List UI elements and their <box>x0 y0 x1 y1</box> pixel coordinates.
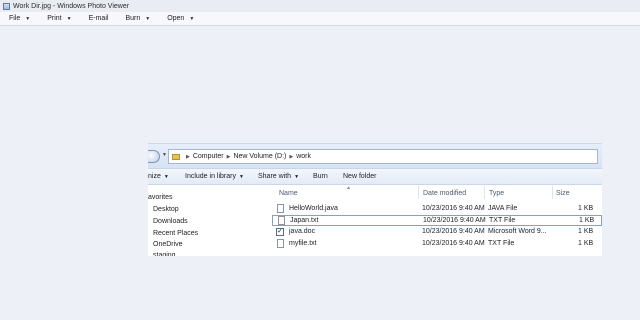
nav-favorites: avorites <box>148 194 173 201</box>
address-bar: ▶ Computer ▶ New Volume (D:) ▶ work <box>168 149 598 164</box>
file-size: 1 KB <box>578 228 594 235</box>
chevron-down-icon: ▼ <box>66 15 72 22</box>
menu-print-label: Print <box>47 15 62 22</box>
menu-bar: File ▼ Print ▼ E-mail Burn ▼ Open ▼ <box>0 12 640 26</box>
displayed-photo: ▼ ▶ Computer ▶ New Volume (D:) ▶ work ni… <box>148 143 602 256</box>
file-type: JAVA File <box>488 205 518 212</box>
menu-email-label: E-mail <box>88 15 109 22</box>
file-icon <box>278 216 285 225</box>
column-divider <box>418 186 419 199</box>
file-icon <box>277 239 284 248</box>
organize-command: nize ▼ <box>148 173 169 180</box>
file-date: 10/23/2016 9:40 AM <box>423 217 486 224</box>
column-size: Size <box>556 190 570 197</box>
breadcrumb-volume: New Volume (D:) <box>233 153 287 160</box>
chevron-right-icon: ▶ <box>186 153 190 160</box>
file-name: java.doc <box>289 228 316 235</box>
file-type: TXT File <box>488 240 515 247</box>
file-name: Japan.txt <box>290 217 319 224</box>
include-in-library-command: Include in library ▼ <box>185 173 244 180</box>
column-type: Type <box>489 190 505 197</box>
chevron-down-icon: ▼ <box>238 173 244 180</box>
file-size: 1 KB <box>578 205 594 212</box>
chevron-down-icon: ▼ <box>25 15 31 22</box>
checkbox-checked-icon: ✓ <box>276 228 284 236</box>
file-type: TXT File <box>489 217 516 224</box>
file-list: ▲ Name Date modified Type Size HelloWorl… <box>272 185 602 256</box>
menu-email[interactable]: E-mail <box>89 15 109 22</box>
photo-viewer-icon <box>3 2 10 10</box>
menu-file[interactable]: File ▼ <box>9 15 30 22</box>
chevron-right-icon: ▶ <box>226 153 231 160</box>
breadcrumb-computer: Computer <box>192 153 224 160</box>
menu-open-label: Open <box>167 15 185 22</box>
file-date: 10/23/2016 9:40 AM <box>422 205 485 212</box>
file-row: myfile.txt 10/23/2016 9:40 AM TXT File 1… <box>272 239 602 250</box>
navigation-pane: avorites Desktop Downloads Recent Places… <box>148 185 272 256</box>
chevron-down-icon: ▼ <box>163 173 169 180</box>
title-bar: Work Dir.jpg - Windows Photo Viewer <box>0 0 640 12</box>
explorer-address-row: ▼ ▶ Computer ▶ New Volume (D:) ▶ work <box>148 144 602 168</box>
file-name: myfile.txt <box>289 240 317 247</box>
file-icon <box>277 204 284 213</box>
chevron-down-icon: ▼ <box>162 152 167 158</box>
menu-burn-label: Burn <box>125 15 141 22</box>
file-type: Microsoft Word 9... <box>488 228 547 235</box>
new-folder-command: New folder <box>343 173 376 180</box>
column-date-modified: Date modified <box>423 190 467 197</box>
column-name: Name <box>279 190 298 197</box>
menu-open[interactable]: Open ▼ <box>167 15 194 22</box>
nav-onedrive: OneDrive <box>153 241 183 248</box>
sort-up-icon: ▲ <box>346 185 351 191</box>
nav-staging: staging <box>153 252 176 256</box>
folder-icon <box>172 153 180 160</box>
share-with-command: Share with ▼ <box>258 173 299 180</box>
burn-label: Burn <box>313 173 328 180</box>
nav-desktop: Desktop <box>153 206 179 213</box>
file-date: 10/23/2016 9:40 AM <box>422 228 485 235</box>
back-button <box>148 150 160 163</box>
nav-recent-places: Recent Places <box>153 230 199 237</box>
chevron-right-icon: ▶ <box>289 153 294 160</box>
window-title: Work Dir.jpg - Windows Photo Viewer <box>13 2 130 10</box>
column-divider <box>552 186 553 199</box>
file-name: HelloWorld.java <box>289 205 338 212</box>
menu-file-label: File <box>9 15 21 22</box>
burn-command: Burn <box>313 173 328 180</box>
menu-burn[interactable]: Burn ▼ <box>125 15 150 22</box>
chevron-down-icon: ▼ <box>189 15 195 22</box>
menu-print[interactable]: Print ▼ <box>47 15 71 22</box>
file-row: ✓ java.doc 10/23/2016 9:40 AM Microsoft … <box>272 227 602 238</box>
nav-downloads: Downloads <box>153 218 188 225</box>
breadcrumb-work: work <box>296 153 311 160</box>
file-row: Japan.txt 10/23/2016 9:40 AM TXT File 1 … <box>272 215 602 226</box>
explorer-command-bar: nize ▼ Include in library ▼ Share with ▼… <box>148 168 602 185</box>
file-size: 1 KB <box>579 217 595 224</box>
chevron-down-icon: ▼ <box>145 15 151 22</box>
new-folder-label: New folder <box>343 173 377 180</box>
include-in-library-label: Include in library <box>185 173 236 180</box>
file-row: HelloWorld.java 10/23/2016 9:40 AM JAVA … <box>272 204 602 215</box>
organize-label: nize <box>148 173 161 180</box>
chevron-down-icon: ▼ <box>294 173 300 180</box>
file-size: 1 KB <box>578 240 594 247</box>
column-divider <box>484 186 485 199</box>
share-with-label: Share with <box>258 173 292 180</box>
file-date: 10/23/2016 9:40 AM <box>422 240 485 247</box>
